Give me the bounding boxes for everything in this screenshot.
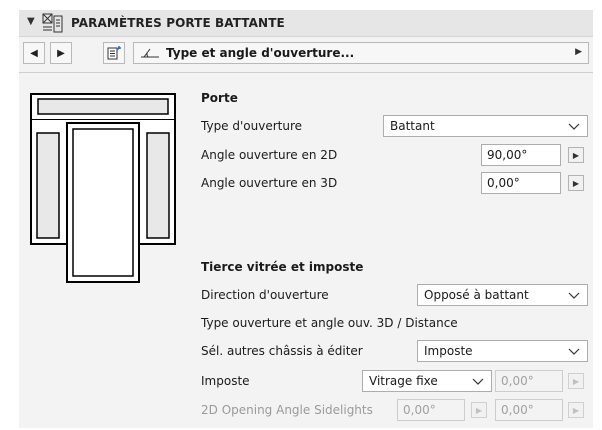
panel-title: PARAMÈTRES PORTE BATTANTE — [71, 16, 285, 30]
chevron-down-icon — [568, 348, 580, 355]
opening-angle-icon — [141, 48, 159, 58]
tierce-heading: Tierce vitrée et imposte — [201, 260, 364, 274]
page-list-button[interactable] — [103, 42, 125, 64]
sidelights-label: 2D Opening Angle Sidelights — [201, 403, 373, 417]
previous-page-button[interactable]: ◀ — [23, 42, 45, 64]
page-list-icon — [107, 46, 121, 60]
sidelights-right-arrow-button[interactable]: ▶ — [568, 402, 584, 418]
chevron-down-icon — [472, 378, 484, 385]
chevron-down-icon — [568, 292, 580, 299]
next-page-button[interactable]: ▶ — [50, 42, 72, 64]
toolbar: ◀ ▶ Type et angle d'ouverture... ▶ — [19, 40, 593, 68]
direction-dropdown[interactable]: Opposé à battant — [417, 284, 588, 306]
type-distance-label: Type ouverture et angle ouv. 3D / Distan… — [201, 316, 458, 330]
select-frame-label: Sél. autres châssis à éditer — [201, 344, 363, 358]
imposte-dropdown[interactable]: Vitrage fixe — [362, 370, 492, 392]
sidelights-left-arrow-button[interactable]: ▶ — [471, 402, 487, 418]
opening-type-dropdown[interactable]: Battant — [383, 115, 588, 137]
angle-2d-arrow-button[interactable]: ▶ — [568, 147, 584, 163]
door-preview-image — [30, 93, 176, 283]
direction-label: Direction d'ouverture — [201, 288, 329, 302]
imposte-angle-arrow-button[interactable]: ▶ — [568, 373, 584, 389]
sidelights-right-input[interactable]: 0,00° — [495, 399, 563, 421]
angle-3d-input[interactable]: 0,00° — [481, 172, 561, 194]
angle-3d-label: Angle ouverture en 3D — [201, 176, 338, 190]
porte-heading: Porte — [201, 91, 238, 105]
page-selector-label: Type et angle d'ouverture... — [166, 46, 355, 60]
panel-header[interactable]: ▼ PARAMÈTRES PORTE BATTANTE — [19, 10, 593, 37]
imposte-label: Imposte — [201, 374, 250, 388]
angle-3d-arrow-button[interactable]: ▶ — [568, 175, 584, 191]
page-selector-dropdown[interactable]: Type et angle d'ouverture... ▶ — [133, 42, 589, 64]
imposte-angle-input[interactable]: 0,00° — [495, 370, 563, 392]
select-frame-dropdown[interactable]: Imposte — [417, 340, 588, 362]
opening-type-label: Type d'ouverture — [201, 119, 303, 133]
door-settings-icon — [42, 13, 63, 33]
chevron-down-icon — [568, 123, 580, 130]
divider — [19, 72, 593, 73]
door-settings-panel: ▼ PARAMÈTRES PORTE BATTANTE ◀ ▶ Type et … — [19, 10, 593, 428]
angle-2d-input[interactable]: 90,00° — [481, 144, 561, 166]
angle-2d-label: Angle ouverture en 2D — [201, 148, 338, 162]
collapse-arrow-icon[interactable]: ▼ — [27, 16, 35, 27]
sidelights-left-input[interactable]: 0,00° — [397, 399, 465, 421]
dropdown-arrow-icon: ▶ — [575, 47, 582, 57]
